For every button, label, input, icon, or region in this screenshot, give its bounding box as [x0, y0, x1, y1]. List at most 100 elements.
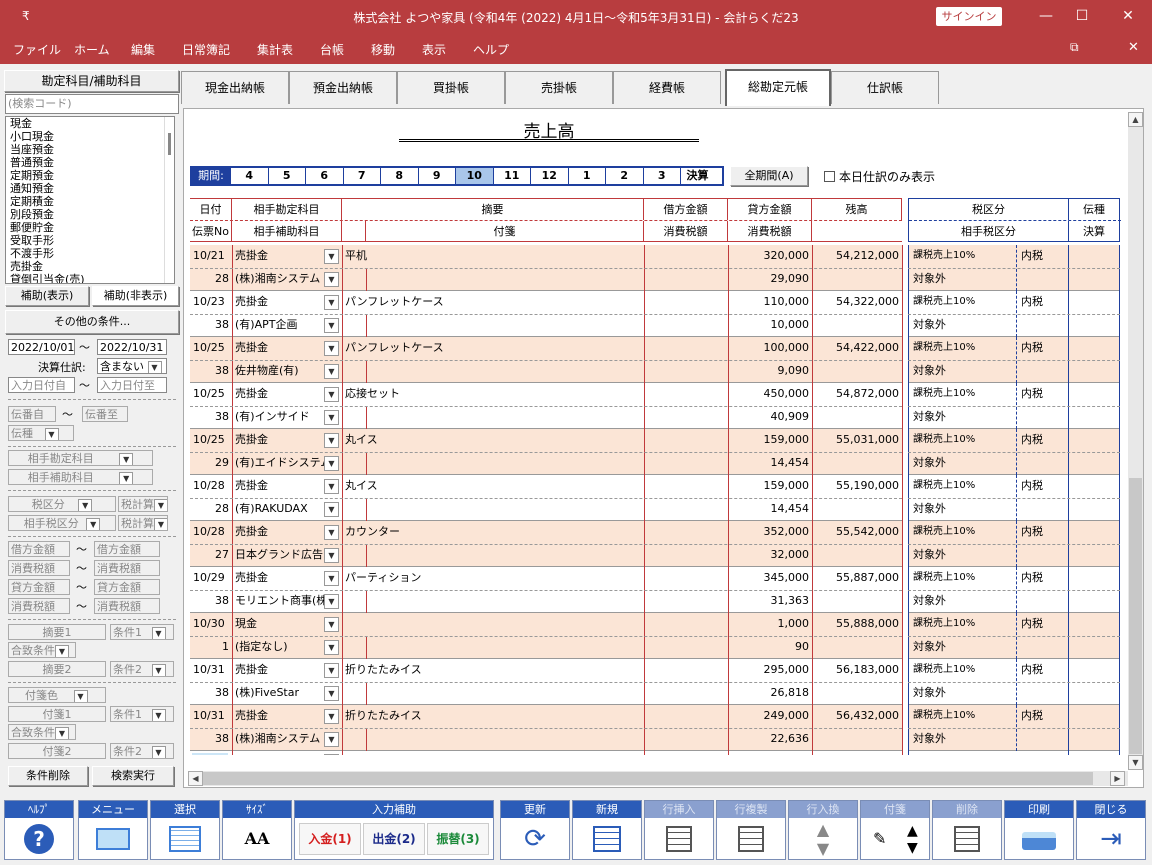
cell-taxin[interactable]: 内税	[1018, 705, 1068, 728]
transfer-button[interactable]: 振替(3)	[427, 823, 489, 855]
counter-tax-select[interactable]: 相手税区分 ▼	[8, 515, 116, 531]
table-row[interactable]: 10/23 38 売掛金 (有)APT企画 ▼ ▼ パンフレットケース 110,000 10,0…	[190, 291, 1120, 337]
cell-date[interactable]: 10/28	[190, 521, 232, 544]
cell-taxin[interactable]: 内税	[1018, 245, 1068, 268]
cell-taxin[interactable]: 内税	[1018, 291, 1068, 314]
table-row[interactable]: 10/29 38 売掛金 モリエント商事(株 ▼ ▼ パーティション 345,000 31,36…	[190, 567, 1120, 613]
cell-memo[interactable]: 折りたたみイス	[342, 705, 642, 728]
cell-taxcls[interactable]: 課税売上10%	[910, 337, 1014, 360]
chevron-down-icon[interactable]: ▼	[324, 479, 339, 494]
cell-sub-account[interactable]: (有)RAKUDAX	[232, 498, 324, 521]
table-row[interactable]: 10/25 38 売掛金 (有)インサイド ▼ ▼ 応接セット 450,000 40,909 54…	[190, 383, 1120, 429]
minimize-button[interactable]: —	[1032, 5, 1060, 27]
cell-taxin[interactable]: 内税	[1018, 613, 1068, 636]
memo-combine-select[interactable]: 合致条件 ▼	[8, 642, 76, 658]
list-item[interactable]: 貸倒引当金(売)	[6, 273, 174, 283]
cell-credit[interactable]: 345,000	[728, 567, 812, 590]
cell-counter-tax[interactable]: 対象外	[910, 590, 1014, 613]
table-row[interactable]: 10/30 1 現金 (指定なし) ▼ ▼ 1,000 90 55,888,000 課税売上10%…	[190, 613, 1120, 659]
list-item[interactable]: 別段預金	[6, 208, 174, 221]
chevron-down-icon[interactable]: ▼	[324, 571, 339, 586]
list-item[interactable]: 不渡手形	[6, 247, 174, 260]
chevron-down-icon[interactable]: ▼	[324, 433, 339, 448]
cell-taxcls[interactable]: 課税売上10%	[910, 383, 1014, 406]
date-to-input[interactable]: 2022/10/31	[97, 339, 167, 355]
period-9[interactable]: 9	[417, 168, 456, 184]
sub-hide-button[interactable]: 補助(非表示)	[92, 286, 179, 306]
refresh-button[interactable]: 更新 ⟳	[500, 800, 570, 860]
cell-taxin[interactable]: 内税	[1018, 567, 1068, 590]
menu-summary[interactable]: 集計表	[257, 41, 293, 58]
scroll-up-icon[interactable]: ▲	[1128, 112, 1143, 127]
cell-date[interactable]: 10/21	[190, 245, 232, 268]
cell-credit-tax[interactable]: 14,454	[728, 452, 812, 475]
cell-date[interactable]: 10/23	[190, 291, 232, 314]
menu-ledger[interactable]: 台帳	[320, 41, 344, 58]
print-button[interactable]: 印刷	[1004, 800, 1074, 860]
list-item[interactable]: 売掛金	[6, 260, 174, 273]
menu-button[interactable]: メニュー	[78, 800, 148, 860]
cell-counter-tax[interactable]: 対象外	[910, 452, 1014, 475]
cell-date[interactable]: 10/31	[190, 659, 232, 682]
cell-account[interactable]: 売掛金	[232, 567, 322, 590]
cell-account[interactable]: 売掛金	[232, 337, 322, 360]
cell-date[interactable]: 10/30	[190, 613, 232, 636]
cell-sub-account[interactable]: (指定なし)	[232, 636, 324, 659]
chevron-down-icon[interactable]: ▼	[324, 410, 339, 425]
input-date-to[interactable]: 入力日付至	[97, 377, 167, 393]
cell-memo[interactable]: 平机	[342, 245, 642, 268]
list-item[interactable]: 普通預金	[6, 156, 174, 169]
cell-credit[interactable]: 1,000	[728, 613, 812, 636]
credit-to-input[interactable]: 貸方金額	[94, 579, 160, 595]
tag2-input[interactable]: 付箋2	[8, 743, 106, 759]
cell-slip[interactable]: 38	[190, 360, 232, 383]
chevron-down-icon[interactable]: ▼	[324, 502, 339, 517]
cell-slip[interactable]: 38	[190, 406, 232, 429]
all-period-button[interactable]: 全期間(A)	[730, 166, 808, 186]
cell-date[interactable]: 10/25	[190, 429, 232, 452]
horizontal-scrollbar[interactable]: ◀ ▶	[188, 771, 1128, 786]
list-item[interactable]: 定期積金	[6, 195, 174, 208]
cell-account[interactable]: 売掛金	[232, 429, 322, 452]
date-from-input[interactable]: 2022/10/01	[8, 339, 75, 355]
cell-taxin[interactable]: 内税	[1018, 383, 1068, 406]
debit-tax-from-input[interactable]: 消費税額	[8, 560, 70, 576]
cell-account[interactable]: 売掛金	[232, 705, 322, 728]
cell-taxcls[interactable]: 課税売上10%	[910, 245, 1014, 268]
period-8[interactable]: 8	[380, 168, 418, 184]
menu-view[interactable]: 表示	[422, 41, 446, 58]
period-3[interactable]: 3	[642, 168, 681, 184]
help-button[interactable]: ﾍﾙﾌﾟ ?	[4, 800, 74, 860]
withdraw-button[interactable]: 出金(2)	[363, 823, 425, 855]
cell-sub-account[interactable]: 日本グランド広告	[232, 544, 324, 567]
cell-sub-account[interactable]: (有)インサイド	[232, 406, 324, 429]
cell-taxin[interactable]: 内税	[1018, 521, 1068, 544]
cell-credit[interactable]: 295,000	[728, 659, 812, 682]
period-10[interactable]: 10	[455, 168, 493, 184]
list-item[interactable]: 通知預金	[6, 182, 174, 195]
menu-help[interactable]: ヘルプ	[473, 41, 509, 58]
tab-general-ledger[interactable]: 総勘定元帳	[725, 69, 831, 106]
cell-counter-tax[interactable]: 対象外	[910, 544, 1014, 567]
cell-memo[interactable]: カウンター	[342, 521, 642, 544]
debit-from-input[interactable]: 借方金額	[8, 541, 70, 557]
chevron-down-icon[interactable]: ▼	[324, 272, 339, 287]
cell-counter-tax[interactable]: 対象外	[910, 406, 1014, 429]
scroll-right-icon[interactable]: ▶	[1110, 771, 1125, 786]
select-button[interactable]: 選択	[150, 800, 220, 860]
tag-cond1-select[interactable]: 条件1 ▼	[110, 706, 174, 722]
scroll-down-icon[interactable]: ▼	[1128, 755, 1143, 770]
vertical-scrollbar[interactable]: ▲ ▼	[1128, 112, 1143, 770]
period-12[interactable]: 12	[530, 168, 568, 184]
menu-daily[interactable]: 日常簿記	[182, 41, 230, 58]
delete-button[interactable]: 削除	[932, 800, 1002, 860]
cell-taxin[interactable]: 内税	[1018, 429, 1068, 452]
chevron-down-icon[interactable]: ▼	[324, 525, 339, 540]
table-row[interactable]: 10/31 38 売掛金 (株)FiveStar ▼ ▼ 折りたたみイス 295,000 26,…	[190, 659, 1120, 705]
cell-slip[interactable]: 38	[190, 728, 232, 751]
tab-payable[interactable]: 買掛帳	[397, 71, 505, 104]
tab-expense[interactable]: 経費帳	[613, 71, 721, 104]
tax-calc-select-2[interactable]: 税計算 ▼	[118, 515, 168, 531]
hscroll-thumb[interactable]	[203, 772, 1093, 785]
period-1[interactable]: 1	[567, 168, 606, 184]
